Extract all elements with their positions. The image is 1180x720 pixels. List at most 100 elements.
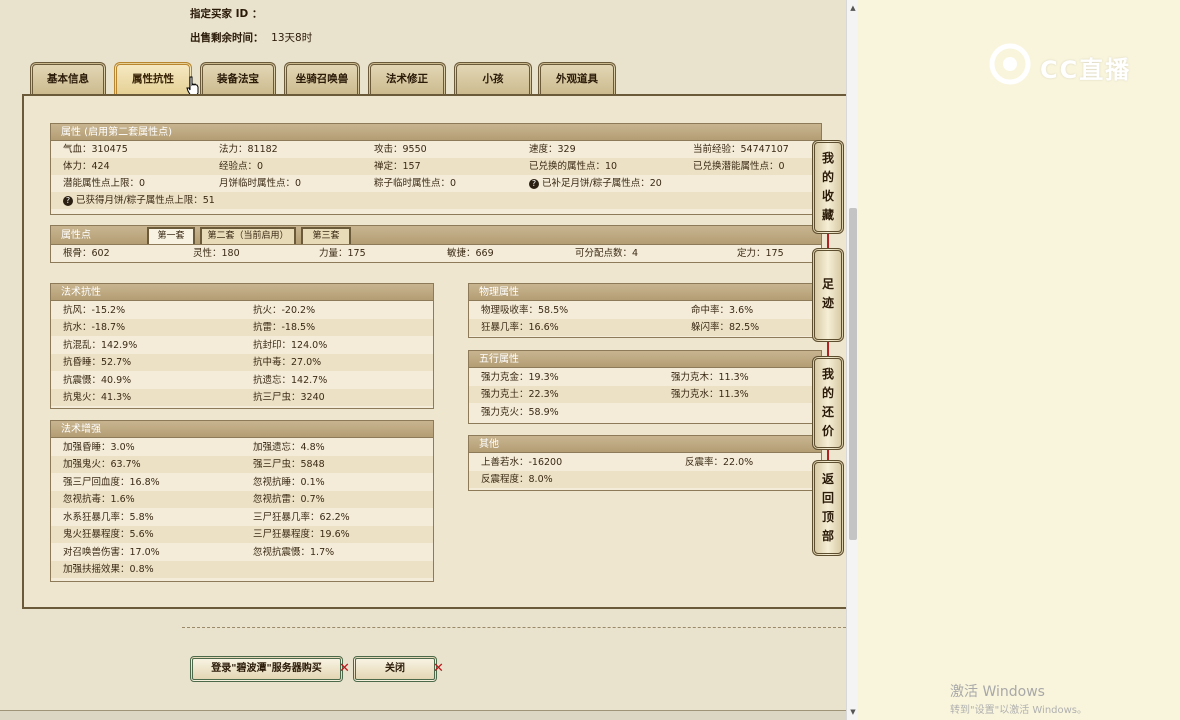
scroll-thumb[interactable] [849, 208, 857, 540]
side-char: 价 [821, 424, 834, 438]
divider [182, 627, 846, 628]
phys-absorb: 物理吸收率：58.5% [481, 305, 569, 316]
tab-spell-correction[interactable]: 法术修正 [368, 62, 446, 96]
side-char: 部 [821, 529, 834, 543]
enhance-corpse-heal: 强三尸回血度：16.8% [63, 477, 160, 488]
attributes-panel: 属性 (启用第二套属性点) 气血：310475 法力：81182 攻击：9550… [22, 94, 846, 609]
side-char: 回 [821, 491, 834, 505]
points-row: 根骨：602 灵性：180 力量：175 敏捷：669 可分配点数：4 定力：1… [50, 245, 822, 263]
point-agility: 敏捷：669 [447, 248, 494, 259]
points-section: 属性点 第一套 第二套（当前启用） 第三套 根骨：602 灵性：180 力量：1… [50, 225, 822, 263]
attr-zongzi-temp: 粽子临时属性点：0 [374, 178, 457, 189]
remaining-time-row: 出售剩余时间： 13天8时 [190, 30, 312, 47]
summon-damage: 对召唤兽伤害：17.0% [63, 547, 160, 558]
close-x-icon: ✕ [433, 661, 444, 676]
five-elements-section-title: 五行属性 [469, 351, 821, 368]
side-char: 返 [821, 472, 834, 486]
resist-water: 抗水：-18.7% [63, 322, 126, 333]
subtab-set-1[interactable]: 第一套 [147, 227, 195, 244]
question-icon[interactable]: ? [529, 178, 539, 189]
scroll-up-arrow-icon[interactable]: ▲ [848, 2, 858, 14]
resist-chaos: 抗混乱：142.9% [63, 340, 138, 351]
game-page: 指定买家 ID ： 出售剩余时间： 13天8时 基本信息 属性抗性 装备法宝 坐… [0, 0, 846, 720]
attr-stamina: 体力：424 [63, 161, 110, 172]
enhancement-section: 法术增强 加强昏睡：3.0% 加强鬼火：63.7% 强三尸回血度：16.8% 忽… [50, 420, 434, 582]
scroll-down-arrow-icon[interactable]: ▼ [848, 706, 858, 718]
resist-forget: 抗遗忘：142.7% [253, 375, 328, 386]
side-char: 我 [821, 367, 834, 381]
counter-shock-rate: 反震率：22.0% [685, 457, 754, 468]
phys-crit-rate: 狂暴几率：16.6% [481, 322, 559, 333]
resist-wind: 抗风：-15.2% [63, 305, 126, 316]
phys-hit-rate: 命中率：3.6% [691, 305, 754, 316]
tab-equipment[interactable]: 装备法宝 [200, 62, 276, 96]
resist-corpse-worm: 抗三尸虫：3240 [253, 392, 325, 403]
ghostfire-crit-degree: 鬼火狂暴程度：5.6% [63, 529, 154, 540]
close-button[interactable]: 关闭 [353, 656, 437, 682]
footprints-button[interactable]: 足 迹 [812, 248, 844, 342]
counter-wood: 强力克木：11.3% [671, 372, 749, 383]
counter-fire: 强力克火：58.9% [481, 407, 559, 418]
question-icon[interactable]: ? [63, 195, 73, 206]
ignore-thunder-resist: 忽视抗雷：0.7% [253, 494, 325, 505]
horizontal-scrollbar[interactable] [0, 710, 846, 720]
attr-obtained-limit: ? 已获得月饼/粽子属性点上限：51 [63, 192, 215, 209]
resist-seal: 抗封印：124.0% [253, 340, 328, 351]
tab-mounts-summons[interactable]: 坐骑召唤兽 [284, 62, 360, 96]
tab-attributes-resistance[interactable]: 属性抗性 [114, 62, 192, 96]
tab-basic-info[interactable]: 基本信息 [30, 62, 106, 96]
resistance-section: 法术抗性 抗风：-15.2% 抗水：-18.7% 抗混乱：142.9% 抗昏睡：… [50, 283, 434, 409]
enhance-forget: 加强遗忘：4.8% [253, 442, 325, 453]
side-char: 还 [821, 405, 834, 419]
tab-appearance-items[interactable]: 外观道具 [538, 62, 616, 96]
my-counteroffer-button[interactable]: 我 的 还 价 [812, 356, 844, 450]
counter-shock-degree: 反震程度：8.0% [481, 474, 553, 485]
counter-earth: 强力克土：22.3% [481, 389, 559, 400]
side-char: 我 [821, 151, 834, 165]
ignore-poison-resist: 忽视抗毒：1.6% [63, 494, 135, 505]
tab-children[interactable]: 小孩 [454, 62, 532, 96]
point-endurance: 定力：175 [737, 248, 784, 259]
resist-fire: 抗火：-20.2% [253, 305, 316, 316]
corpse-crit-degree: 三尸狂暴程度：19.6% [253, 529, 350, 540]
resistance-section-title: 法术抗性 [51, 284, 433, 301]
counter-metal: 强力克金：19.3% [481, 372, 559, 383]
attr-exchanged-potential: 已兑换潜能属性点：0 [693, 161, 785, 172]
subtab-set-3[interactable]: 第三套 [301, 227, 351, 244]
subtab-set-2[interactable]: 第二套（当前启用） [200, 227, 296, 244]
attr-mooncake-temp: 月饼临时属性点：0 [219, 178, 302, 189]
ignore-shock-resist: 忽视抗震慑：1.7% [253, 547, 335, 558]
back-to-top-button[interactable]: 返 回 顶 部 [812, 460, 844, 556]
side-char: 顶 [821, 510, 834, 524]
buy-on-server-button[interactable]: 登录"碧波潭"服务器购买 [190, 656, 343, 682]
attr-meditation: 禅定：157 [374, 161, 421, 172]
side-char: 迹 [821, 296, 834, 310]
resist-thunder: 抗雷：-18.5% [253, 322, 316, 333]
attr-obtained-limit-text: 已获得月饼/粽子属性点上限：51 [76, 195, 215, 206]
other-section-title: 其他 [469, 436, 821, 453]
physical-section-title: 物理属性 [469, 284, 821, 301]
other-section: 其他 上善若水：-16200 反震程度：8.0% 反震率：22.0% [468, 435, 822, 491]
attr-exp-points: 经验点：0 [219, 161, 264, 172]
buyer-id-row: 指定买家 ID ： [190, 6, 312, 23]
ignore-sleep-resist: 忽视抗睡：0.1% [253, 477, 325, 488]
point-strength: 力量：175 [319, 248, 366, 259]
vertical-scrollbar[interactable]: ▲ ▼ [846, 0, 858, 720]
my-favorites-button[interactable]: 我 的 收 藏 [812, 140, 844, 234]
attr-mp: 法力：81182 [219, 144, 278, 155]
side-char: 藏 [821, 208, 834, 222]
close-x-icon: ✕ [339, 661, 350, 676]
phys-dodge-rate: 躲闪率：82.5% [691, 322, 760, 333]
point-constitution: 根骨：602 [63, 248, 110, 259]
enhance-ghostfire: 加强鬼火：63.7% [63, 459, 141, 470]
sale-info: 指定买家 ID ： 出售剩余时间： 13天8时 [190, 6, 312, 54]
attr-current-exp: 当前经验：54747107 [693, 144, 789, 155]
physical-section: 物理属性 物理吸收率：58.5% 狂暴几率：16.6% 命中率：3.6% 躲闪率… [468, 283, 822, 338]
resist-shock: 抗震慑：40.9% [63, 375, 132, 386]
attr-attack: 攻击：9550 [374, 144, 427, 155]
attr-speed: 速度：329 [529, 144, 576, 155]
attr-filled-points-text: 已补足月饼/粽子属性点：20 [542, 178, 662, 189]
enhance-corpse-worm: 强三尸虫：5848 [253, 459, 325, 470]
water-crit-rate: 水系狂暴几率：5.8% [63, 512, 154, 523]
point-spirit: 灵性：180 [193, 248, 240, 259]
